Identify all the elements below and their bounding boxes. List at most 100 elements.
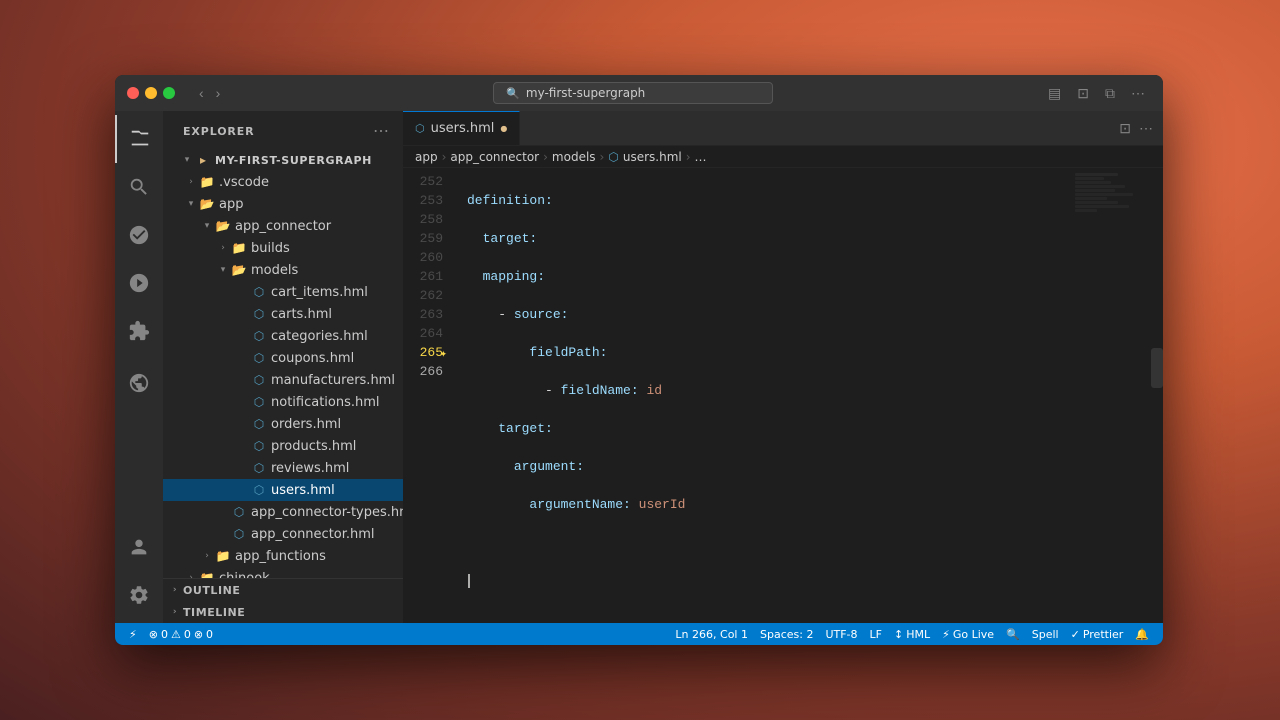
breadcrumb-app[interactable]: app bbox=[415, 150, 438, 164]
minimize-button[interactable] bbox=[145, 87, 157, 99]
new-file-button[interactable]: ⋯ bbox=[371, 119, 391, 143]
status-prettier[interactable]: ✓ Prettier bbox=[1065, 628, 1130, 641]
code-line-252: definition: bbox=[467, 191, 1071, 210]
tree-cart-items[interactable]: ⬡ cart_items.hml bbox=[163, 281, 403, 303]
status-cursor[interactable]: Ln 266, Col 1 bbox=[669, 628, 754, 641]
status-language[interactable]: ↕ HML bbox=[888, 628, 936, 641]
timeline-section[interactable]: TIMELINE bbox=[163, 601, 403, 623]
status-remote[interactable]: ⚡ bbox=[123, 628, 143, 641]
breadcrumb-ellipsis[interactable]: … bbox=[695, 150, 707, 164]
tab-modified-dot: ● bbox=[500, 124, 507, 133]
code-line-260: fieldPath: bbox=[467, 343, 1071, 362]
search-bar[interactable]: 🔍 my-first-supergraph bbox=[493, 82, 773, 104]
tree-models[interactable]: 📂 models bbox=[163, 259, 403, 281]
activity-source-control[interactable] bbox=[115, 211, 163, 259]
minimap-content bbox=[1071, 168, 1151, 217]
editor-layout-button[interactable]: ⊡ bbox=[1071, 83, 1095, 104]
split-editor-tab-button[interactable]: ⊡ bbox=[1117, 118, 1133, 139]
activity-remote[interactable] bbox=[115, 359, 163, 407]
close-button[interactable] bbox=[127, 87, 139, 99]
tab-users-hml[interactable]: ⬡ users.hml ● bbox=[403, 111, 520, 145]
forward-button[interactable]: › bbox=[212, 83, 225, 103]
split-editor-button[interactable]: ⧉ bbox=[1099, 83, 1121, 104]
status-spaces[interactable]: Spaces: 2 bbox=[754, 628, 819, 641]
tree-app-connector-hml[interactable]: ⬡ app_connector.hml bbox=[163, 523, 403, 545]
title-actions: ▤ ⊡ ⧉ ⋯ bbox=[1042, 83, 1151, 104]
tree-carts[interactable]: ⬡ carts.hml bbox=[163, 303, 403, 325]
status-search[interactable]: 🔍 bbox=[1000, 628, 1026, 641]
tree-builds[interactable]: 📁 builds bbox=[163, 237, 403, 259]
outline-section[interactable]: OUTLINE bbox=[163, 579, 403, 601]
activity-search[interactable] bbox=[115, 163, 163, 211]
status-spell[interactable]: Spell bbox=[1026, 628, 1065, 641]
bc-sep-2: › bbox=[543, 150, 548, 164]
status-encoding[interactable]: UTF-8 bbox=[819, 628, 863, 641]
title-bar: ‹ › 🔍 my-first-supergraph ▤ ⊡ ⧉ ⋯ bbox=[115, 75, 1163, 111]
minimap-line bbox=[1075, 197, 1107, 200]
tree-products[interactable]: ⬡ products.hml bbox=[163, 435, 403, 457]
tree-app-connector-types[interactable]: ⬡ app_connector-types.hml bbox=[163, 501, 403, 523]
tree-chinook[interactable]: 📁 chinook bbox=[163, 567, 403, 578]
breadcrumb-file-icon: ⬡ bbox=[608, 150, 618, 164]
back-button[interactable]: ‹ bbox=[195, 83, 208, 103]
code-line-263: argument: bbox=[467, 457, 1071, 476]
tree-categories[interactable]: ⬡ categories.hml bbox=[163, 325, 403, 347]
code-token: - bbox=[498, 305, 514, 324]
code-indent bbox=[467, 495, 529, 514]
activity-explorer[interactable] bbox=[115, 115, 163, 163]
tree-reviews[interactable]: ⬡ reviews.hml bbox=[163, 457, 403, 479]
tree-coupons[interactable]: ⬡ coupons.hml bbox=[163, 347, 403, 369]
code-indent bbox=[467, 305, 498, 324]
activity-settings[interactable] bbox=[115, 571, 163, 619]
tree-users[interactable]: ⬡ users.hml bbox=[163, 479, 403, 501]
status-notifications[interactable]: 🔔 bbox=[1129, 628, 1155, 641]
minimap-line bbox=[1075, 185, 1125, 188]
lang-icon: ↕ bbox=[894, 628, 903, 641]
more-actions-button[interactable]: ⋯ bbox=[1125, 83, 1151, 104]
status-eol[interactable]: LF bbox=[864, 628, 888, 641]
activity-accounts[interactable] bbox=[115, 523, 163, 571]
warning-count: 0 bbox=[184, 628, 191, 641]
maximize-button[interactable] bbox=[163, 87, 175, 99]
golive-icon: ⚡ bbox=[942, 628, 950, 641]
tree-app-connector[interactable]: 📂 app_connector bbox=[163, 215, 403, 237]
files-icon bbox=[129, 128, 151, 150]
breadcrumb-app-connector[interactable]: app_connector bbox=[450, 150, 539, 164]
sidebar-toggle-button[interactable]: ▤ bbox=[1042, 83, 1067, 104]
root-label: MY-FIRST-SUPERGRAPH bbox=[215, 154, 372, 167]
minimap-line bbox=[1075, 181, 1111, 184]
code-token: userId bbox=[639, 495, 686, 514]
carts-icon: ⬡ bbox=[251, 306, 267, 322]
tree-app[interactable]: 📂 app bbox=[163, 193, 403, 215]
status-golive[interactable]: ⚡ Go Live bbox=[936, 628, 1000, 641]
text-cursor bbox=[468, 574, 470, 588]
tree-vscode[interactable]: 📁 .vscode bbox=[163, 171, 403, 193]
tree-root[interactable]: ▸ MY-FIRST-SUPERGRAPH bbox=[163, 149, 403, 171]
breadcrumb-models[interactable]: models bbox=[552, 150, 596, 164]
products-label: products.hml bbox=[271, 439, 356, 454]
code-token: target: bbox=[483, 229, 538, 248]
tree-orders[interactable]: ⬡ orders.hml bbox=[163, 413, 403, 435]
encoding-label: UTF-8 bbox=[825, 628, 857, 641]
code-content[interactable]: definition: target: mapping: - source: f… bbox=[451, 168, 1071, 623]
title-search-area: 🔍 my-first-supergraph bbox=[232, 82, 1034, 104]
file-tree[interactable]: ▸ MY-FIRST-SUPERGRAPH 📁 .vscode 📂 app bbox=[163, 147, 403, 578]
code-token: id bbox=[646, 381, 662, 400]
tree-manufacturers[interactable]: ⬡ manufacturers.hml bbox=[163, 369, 403, 391]
activity-extensions[interactable] bbox=[115, 307, 163, 355]
code-editor[interactable]: 252 253 258 259 260 261 262 263 264 265 … bbox=[403, 168, 1163, 623]
app-connector-folder-icon: 📂 bbox=[215, 218, 231, 234]
more-tab-actions-button[interactable]: ⋯ bbox=[1137, 118, 1155, 139]
status-errors[interactable]: ⊗ 0 ⚠ 0 ⊗ 0 bbox=[143, 628, 219, 641]
code-line-259: - source: bbox=[467, 305, 1071, 324]
line-numbers: 252 253 258 259 260 261 262 263 264 265 … bbox=[403, 168, 451, 623]
tree-app-functions[interactable]: 📁 app_functions bbox=[163, 545, 403, 567]
root-arrow bbox=[179, 152, 195, 168]
minimap-line bbox=[1075, 177, 1104, 180]
editor-scrollbar[interactable] bbox=[1151, 168, 1163, 623]
code-line-265 bbox=[467, 533, 1071, 552]
activity-run-debug[interactable] bbox=[115, 259, 163, 307]
prettier-label: Prettier bbox=[1083, 628, 1123, 641]
tree-notifications[interactable]: ⬡ notifications.hml bbox=[163, 391, 403, 413]
breadcrumb-filename[interactable]: users.hml bbox=[623, 150, 682, 164]
